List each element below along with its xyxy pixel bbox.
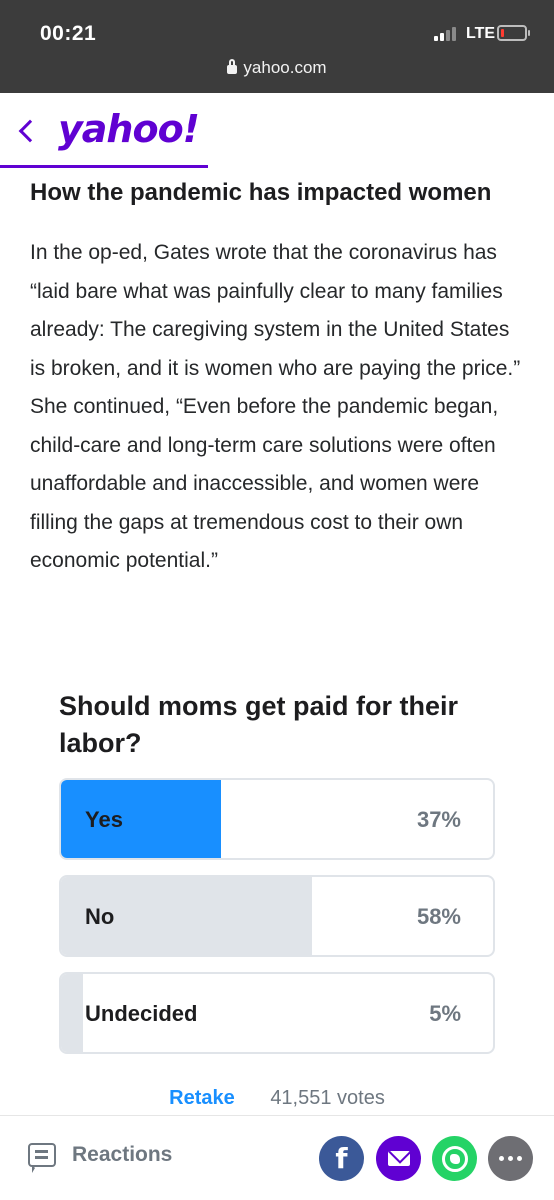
facebook-share-button[interactable]: f — [319, 1136, 364, 1181]
poll-option-percent: 37% — [416, 807, 461, 832]
vote-count: 41,551 votes — [270, 1087, 385, 1109]
url-text: yahoo.com — [243, 58, 327, 77]
poll-footer: Retake 41,551 votes — [0, 1087, 554, 1110]
poll-option-no[interactable]: No 58% — [59, 875, 495, 957]
bottom-bar: Reactions f — [0, 1115, 554, 1200]
poll-question: Should moms get paid for their labor? — [59, 691, 459, 758]
poll-option-percent: 58% — [416, 904, 461, 929]
lock-icon — [227, 59, 238, 74]
site-header: yahoo! — [0, 93, 554, 168]
mail-icon — [387, 1151, 410, 1166]
status-time: 00:21 — [40, 22, 97, 45]
reactions-button[interactable]: Reactions — [28, 1143, 173, 1173]
signal-icon — [434, 27, 458, 41]
poll-option-label: Undecided — [85, 1001, 198, 1026]
facebook-icon: f — [335, 1142, 348, 1175]
more-icon — [499, 1156, 522, 1161]
more-share-button[interactable] — [488, 1136, 533, 1181]
url-bar[interactable]: yahoo.com — [0, 58, 554, 78]
reactions-label: Reactions — [72, 1143, 173, 1166]
network-label: LTE — [466, 25, 496, 42]
poll: Should moms get paid for their labor? Ye… — [59, 688, 495, 1054]
poll-option-label: No — [85, 904, 115, 929]
poll-options: Yes 37% No 58% Undecided 5% — [59, 778, 495, 1069]
status-bar: 00:21 LTE yahoo.com — [0, 0, 554, 93]
poll-option-label: Yes — [85, 807, 123, 832]
poll-option-bar — [61, 974, 83, 1052]
comment-icon — [28, 1143, 56, 1173]
battery-icon — [497, 25, 530, 41]
back-chevron-icon[interactable] — [18, 119, 42, 143]
whatsapp-icon — [441, 1145, 468, 1172]
whatsapp-share-button[interactable] — [432, 1136, 477, 1181]
poll-option-percent: 5% — [429, 1001, 461, 1026]
poll-option-undecided[interactable]: Undecided 5% — [59, 972, 495, 1054]
poll-option-yes[interactable]: Yes 37% — [59, 778, 495, 860]
retake-button[interactable]: Retake — [169, 1087, 235, 1109]
article-heading: How the pandemic has impacted women — [30, 179, 492, 206]
mail-share-button[interactable] — [376, 1136, 421, 1181]
yahoo-logo[interactable]: yahoo! — [58, 107, 200, 151]
header-underline — [0, 165, 208, 168]
article-section: How the pandemic has impacted women In t… — [30, 174, 530, 581]
article-paragraph: In the op-ed, Gates wrote that the coron… — [30, 241, 521, 572]
